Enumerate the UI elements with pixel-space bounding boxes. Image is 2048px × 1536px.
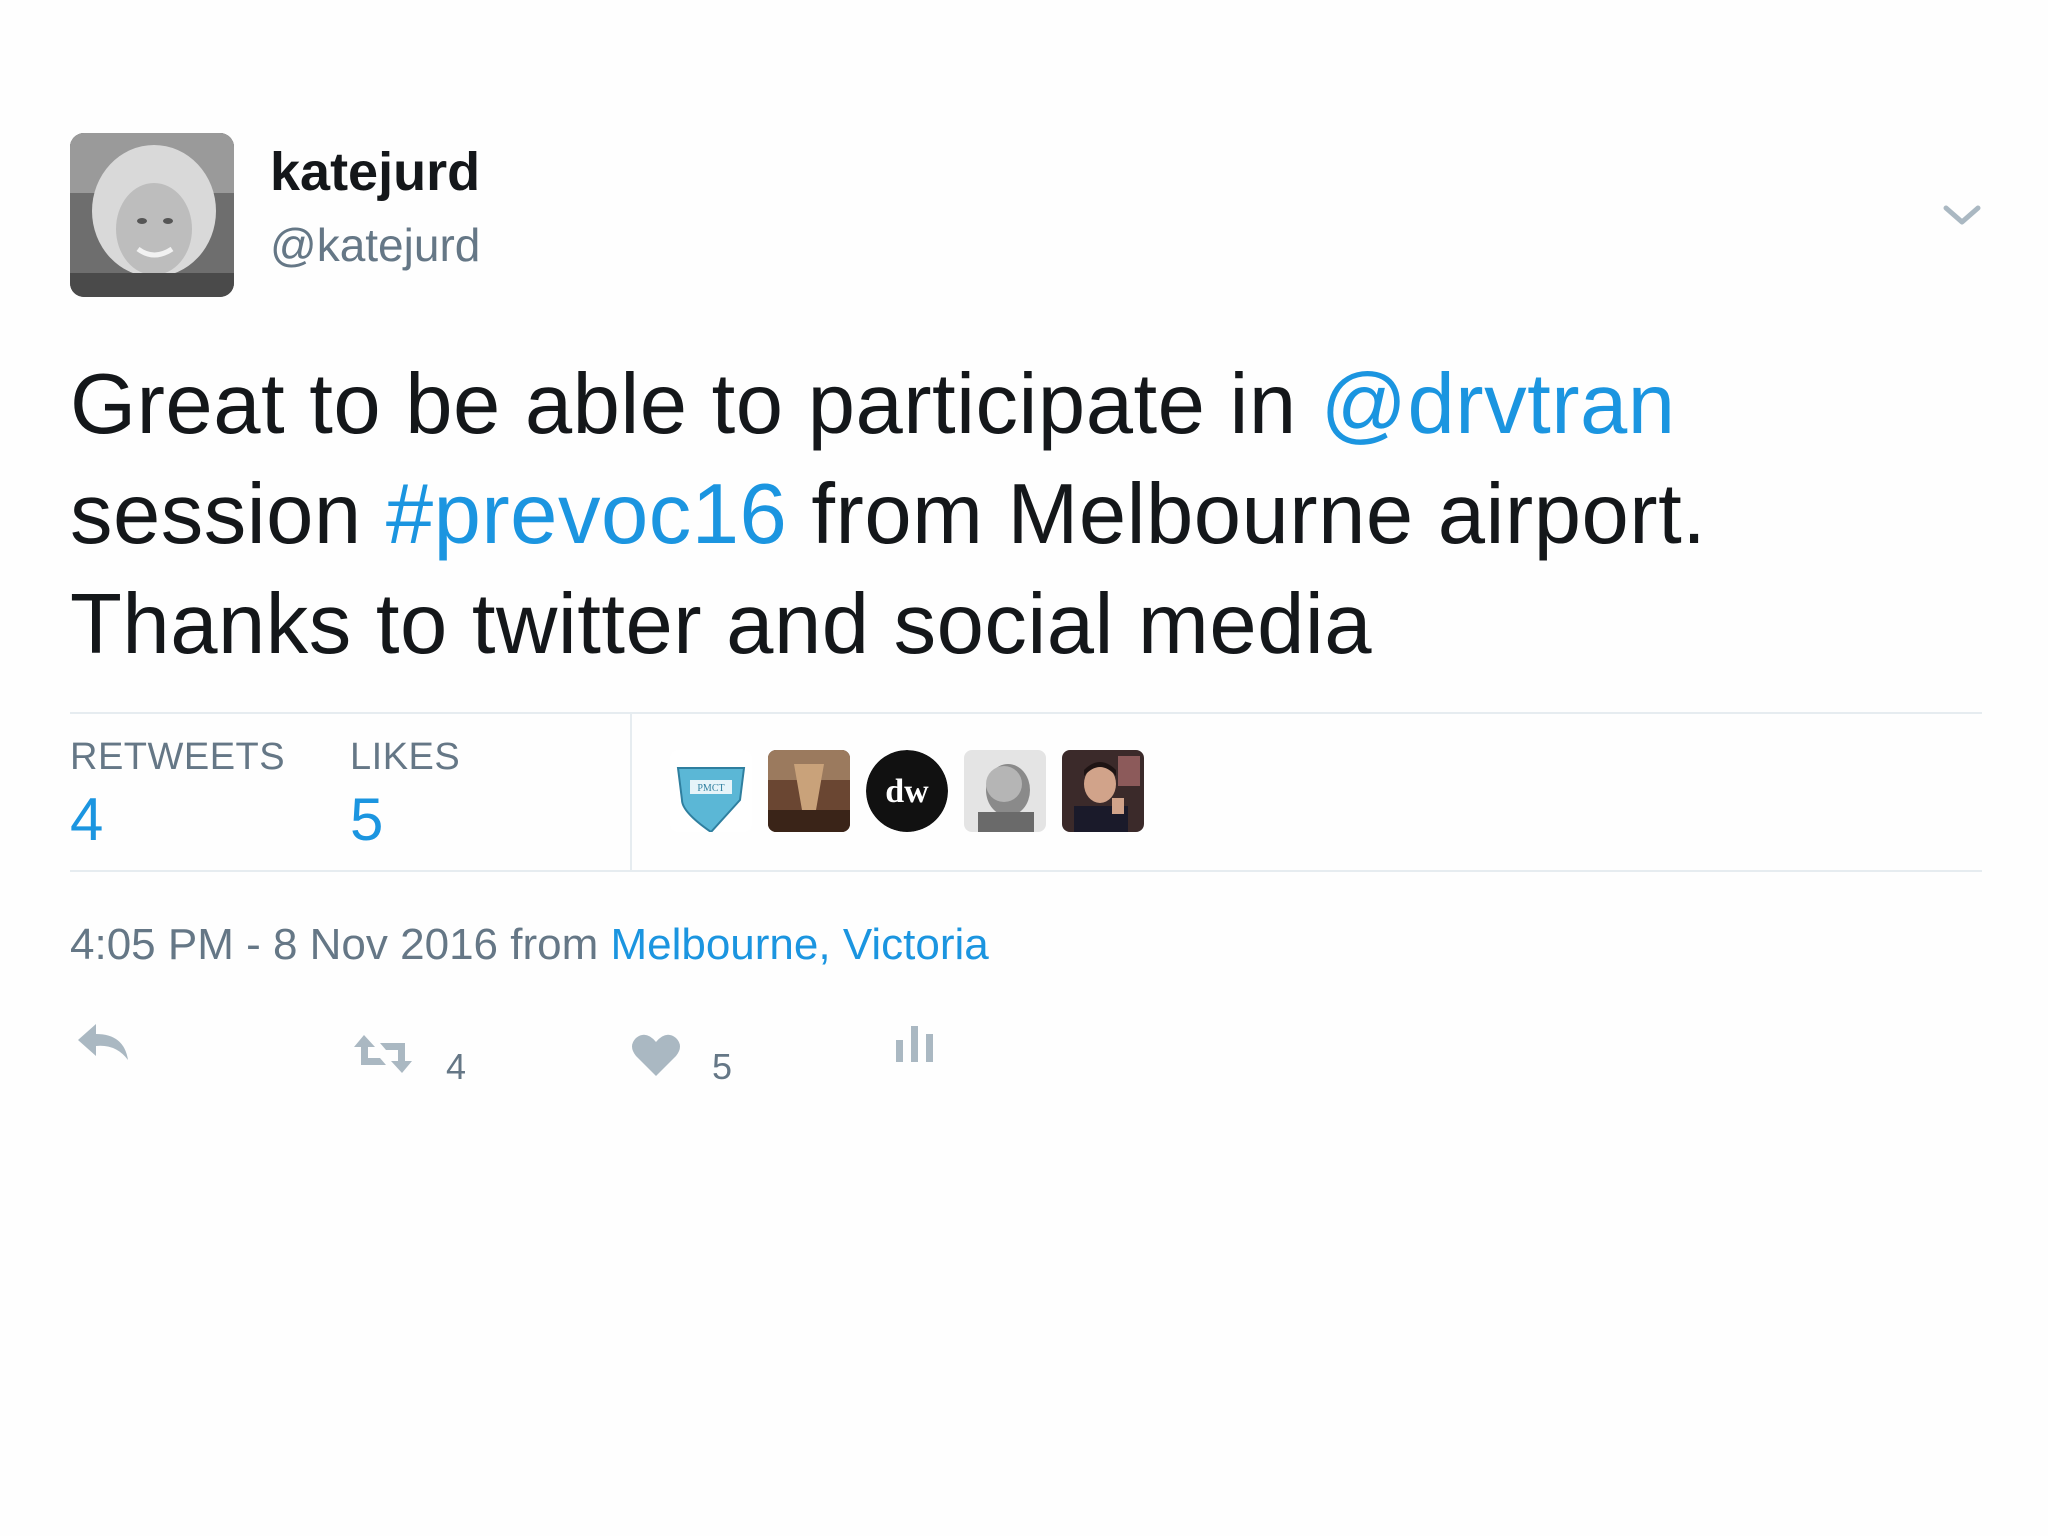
stats-divider	[630, 714, 632, 870]
person-photo-icon	[1062, 750, 1144, 832]
tweet-card: katejurd @katejurd Great to be able to p…	[0, 0, 2048, 1536]
liker-avatar[interactable]: dw	[866, 750, 948, 832]
tweet-meta: 4:05 PM - 8 Nov 2016 from Melbourne, Vic…	[70, 920, 989, 970]
like-count: 5	[712, 1046, 733, 1087]
likes-stat[interactable]: LIKES 5	[350, 736, 460, 854]
tweet-timestamp[interactable]: 4:05 PM - 8 Nov 2016	[70, 920, 498, 969]
photo-thumbnail-icon	[768, 750, 850, 832]
from-label: from	[498, 920, 611, 969]
liker-badge-text: dw	[885, 773, 929, 810]
author-avatar[interactable]	[70, 133, 234, 297]
retweets-value: 4	[70, 786, 104, 853]
author-display-name[interactable]: katejurd	[270, 142, 480, 202]
retweets-stat[interactable]: RETWEETS 4	[70, 736, 285, 854]
retweet-button[interactable]: 4	[350, 1020, 466, 1088]
shield-logo-icon: PMCT	[670, 750, 752, 832]
retweet-icon	[354, 1035, 412, 1073]
person-photo-icon	[964, 750, 1046, 832]
hashtag-link[interactable]: #prevoc16	[386, 467, 787, 562]
tweet-actions: 4 5	[70, 1020, 1070, 1090]
tweet-text-part: session	[70, 467, 386, 562]
analytics-icon	[896, 1026, 933, 1062]
retweets-label: RETWEETS	[70, 736, 286, 778]
chevron-down-icon[interactable]	[1940, 200, 1984, 230]
reply-icon	[78, 1024, 128, 1060]
like-button[interactable]: 5	[630, 1020, 732, 1088]
author-names: katejurd @katejurd	[270, 142, 480, 271]
location-link[interactable]: Melbourne, Victoria	[610, 920, 988, 969]
likes-value: 5	[350, 786, 384, 853]
tweet-text: Great to be able to participate in @drvt…	[70, 350, 1970, 680]
liker-avatar[interactable]: PMCT	[670, 750, 752, 832]
heart-icon	[632, 1034, 680, 1076]
liker-avatar[interactable]	[964, 750, 1046, 832]
tweet-text-part: Great to be able to participate in	[70, 357, 1321, 452]
analytics-button[interactable]	[892, 1020, 938, 1066]
likes-label: LIKES	[350, 736, 461, 778]
tweet-header: katejurd @katejurd	[70, 133, 480, 297]
user-avatar-photo-icon	[70, 133, 234, 297]
mention-link[interactable]: @drvtran	[1321, 357, 1676, 452]
retweet-count: 4	[446, 1046, 467, 1087]
dw-logo-icon: dw	[866, 750, 948, 832]
liker-avatars: PMCT dw	[670, 750, 1160, 832]
liker-avatar[interactable]	[768, 750, 850, 832]
reply-button[interactable]	[74, 1020, 132, 1066]
liker-badge-text: PMCT	[697, 783, 724, 794]
author-handle[interactable]: @katejurd	[270, 220, 480, 271]
liker-avatar[interactable]	[1062, 750, 1144, 832]
tweet-stats: RETWEETS 4 LIKES 5 PMCT dw	[70, 712, 1982, 872]
